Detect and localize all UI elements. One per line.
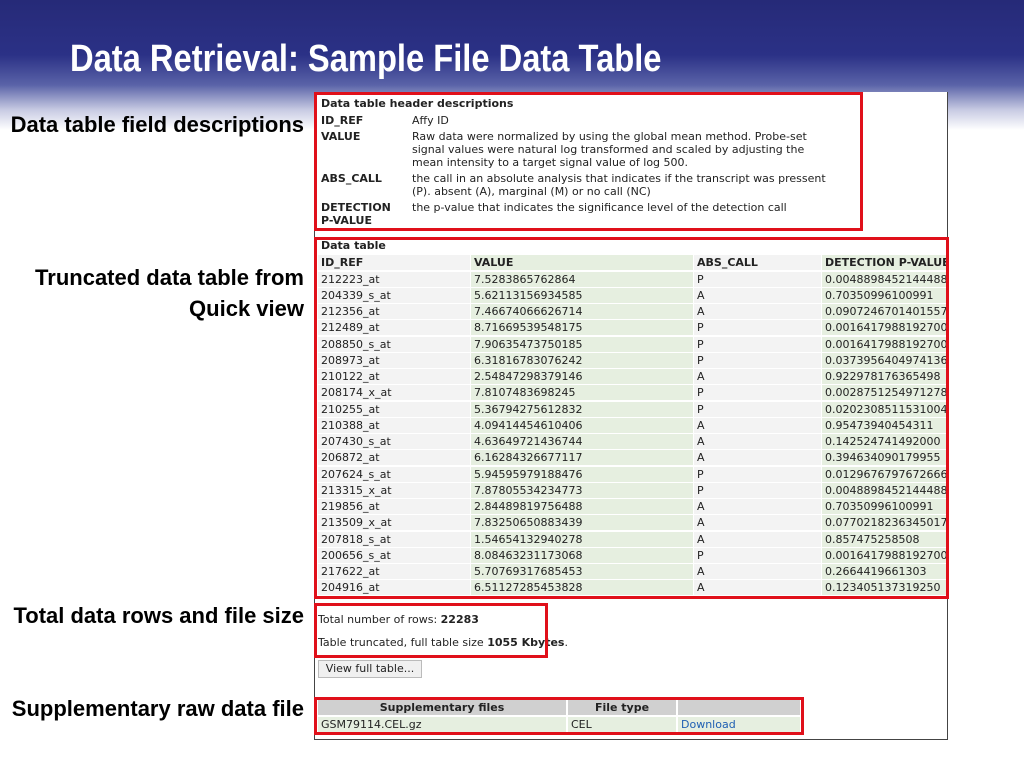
highlight-box [314,697,804,735]
table-size-suffix: . [564,636,568,649]
view-full-table-button[interactable]: View full table... [318,660,422,678]
slide-title: Data Retrieval: Sample File Data Table [70,38,662,80]
callout-field-descriptions: Data table field descriptions [10,112,304,137]
callout-truncated-table: Truncated data table from Quick view [35,265,304,321]
callout-total-rows: Total data rows and file size [13,603,304,628]
highlight-box [314,237,949,599]
callout-supplementary: Supplementary raw data file [11,696,304,721]
highlight-box [314,603,548,658]
highlight-box [314,92,863,231]
